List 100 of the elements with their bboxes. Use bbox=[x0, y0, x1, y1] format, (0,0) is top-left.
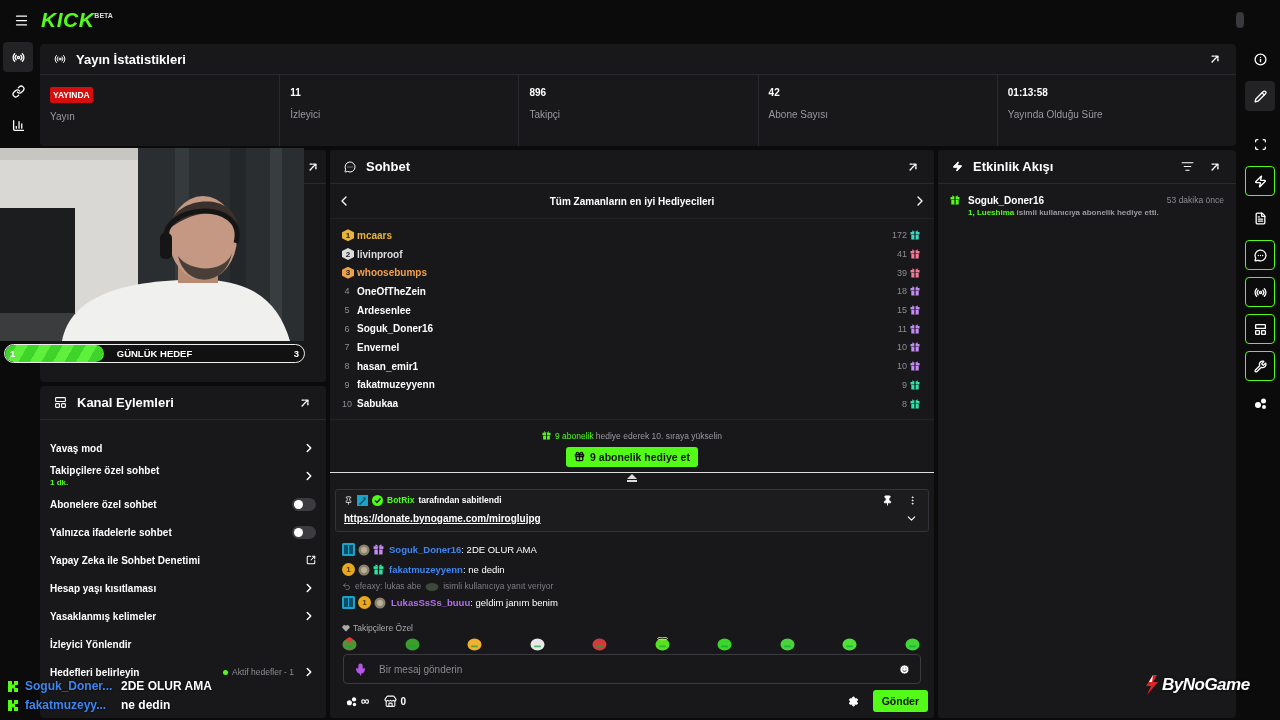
info-icon[interactable] bbox=[1253, 52, 1267, 66]
pinned-by-user[interactable]: BotRix bbox=[387, 495, 415, 506]
layout-icon[interactable] bbox=[1253, 322, 1267, 336]
collapse-handle-icon[interactable] bbox=[627, 473, 637, 482]
broadcast-button[interactable] bbox=[1245, 277, 1275, 307]
setting-label: Hedefleri belirleyin bbox=[50, 666, 140, 678]
og-badge-icon bbox=[342, 543, 355, 557]
stat-label: Abone Sayısı bbox=[768, 109, 829, 120]
gift-icon bbox=[574, 451, 586, 463]
message-field[interactable]: Bir mesaj gönderin bbox=[343, 654, 921, 684]
coin-badge: 1 bbox=[342, 563, 355, 577]
panel-title: Yayın İstatistikleri bbox=[76, 51, 186, 67]
rank-number: 7 bbox=[343, 342, 351, 353]
emote-set-label: Takipçilere Özel bbox=[353, 623, 413, 633]
layout-button[interactable] bbox=[1245, 314, 1275, 344]
chat-icon[interactable] bbox=[1253, 248, 1267, 262]
pinned-note: tarafından sabitlendi bbox=[418, 495, 502, 506]
gift-icon bbox=[910, 230, 920, 241]
gift-badge-icon bbox=[373, 564, 384, 576]
gift-subscriptions-button[interactable]: 9 abonelik hediye et bbox=[566, 446, 698, 467]
wrench-button[interactable] bbox=[1245, 351, 1275, 381]
rank-number: 5 bbox=[343, 305, 351, 316]
points-value: ∞ bbox=[361, 694, 370, 708]
emote-icon[interactable] bbox=[842, 637, 858, 651]
pencil-button[interactable] bbox=[1245, 81, 1275, 111]
emote-icon[interactable] bbox=[654, 637, 670, 651]
broadcast-icon[interactable] bbox=[1253, 285, 1267, 299]
gifter-name: livinproof bbox=[357, 248, 404, 260]
live-badge: YAYINDA bbox=[50, 87, 93, 103]
broadcast-icon[interactable] bbox=[11, 50, 25, 64]
points-icon[interactable] bbox=[346, 695, 357, 707]
gifter-name: Ardesenlee bbox=[357, 304, 412, 316]
microphone-icon[interactable] bbox=[354, 662, 367, 676]
toggle-switch[interactable] bbox=[292, 497, 316, 511]
pin-icon bbox=[344, 495, 353, 505]
send-button[interactable]: Gönder bbox=[872, 690, 928, 712]
setting-label: Abonelere özel sohbet bbox=[50, 498, 157, 510]
link-icon[interactable] bbox=[11, 84, 25, 98]
gifter-name: whoosebumps bbox=[357, 267, 428, 279]
bar-chart-icon[interactable] bbox=[11, 118, 25, 132]
emote-icon[interactable] bbox=[467, 637, 483, 651]
stat-value: 42 bbox=[768, 87, 780, 100]
stat-label: Yayın bbox=[50, 111, 75, 122]
chat-message: Soguk_Doner16: 2DE OLUR AMA bbox=[389, 544, 537, 556]
stat-label: Takipçi bbox=[529, 109, 560, 120]
setting-label: Hesap yaşı kısıtlaması bbox=[50, 582, 157, 594]
setting-label: Takipçilere özel sohbet bbox=[50, 465, 160, 476]
setting-label: Yapay Zeka ile Sohbet Denetimi bbox=[50, 554, 201, 566]
filter-button[interactable] bbox=[1181, 160, 1194, 173]
broadcast-button[interactable] bbox=[3, 42, 33, 72]
chat-button[interactable] bbox=[1245, 240, 1275, 270]
store-count: 0 bbox=[400, 695, 407, 707]
menu-button[interactable] bbox=[14, 12, 29, 28]
verified-badge-icon bbox=[372, 494, 383, 506]
rank-number: 8 bbox=[343, 361, 351, 372]
sponsor-logo-icon bbox=[1143, 675, 1161, 695]
emote-icon[interactable] bbox=[717, 637, 733, 651]
toggle-switch[interactable] bbox=[292, 525, 316, 539]
goal-label: GÜNLÜK HEDEF bbox=[116, 348, 193, 359]
event-time: 53 dakika önce bbox=[1166, 195, 1224, 206]
goal-end: 3 bbox=[293, 348, 299, 359]
emote-icon[interactable] bbox=[904, 637, 920, 651]
event-text: 1, Lueshima isimli kullanıcıya abonelik hediye etti. bbox=[968, 208, 1160, 217]
unpin-button[interactable] bbox=[882, 494, 893, 506]
scan-icon[interactable] bbox=[1253, 137, 1267, 151]
pencil-icon[interactable] bbox=[1253, 89, 1267, 103]
setting-label: Yasaklanmış kelimeler bbox=[50, 610, 157, 622]
gift-icon bbox=[910, 286, 920, 297]
gift-count: 172 bbox=[891, 230, 908, 241]
gift-icon bbox=[910, 398, 920, 409]
panel-title: Etkinlik Akışı bbox=[973, 159, 1054, 174]
gifter-name: Soguk_Doner16 bbox=[357, 323, 435, 335]
donation-link[interactable]: https://donate.bynogame.com/miroglujpg bbox=[344, 512, 541, 524]
gifter-name: fakatmuzeyyenn bbox=[357, 379, 436, 391]
gift-icon bbox=[910, 305, 920, 316]
lightning-icon[interactable] bbox=[1253, 174, 1267, 188]
external-link-button[interactable] bbox=[306, 555, 316, 565]
setting-label: Yavaş mod bbox=[50, 442, 103, 454]
gift-count: 11 bbox=[897, 323, 908, 334]
status-text: Aktif hedefler - 1 bbox=[223, 667, 294, 677]
gift-count: 18 bbox=[897, 286, 908, 297]
document-icon[interactable] bbox=[1253, 211, 1267, 225]
gift-count: 39 bbox=[897, 267, 908, 278]
emote-icon[interactable] bbox=[529, 637, 545, 651]
emoji-icon[interactable] bbox=[899, 663, 910, 675]
rank-badge-icon bbox=[358, 563, 370, 576]
store-icon[interactable] bbox=[383, 694, 397, 708]
wrench-icon[interactable] bbox=[1253, 359, 1267, 373]
kick-logo[interactable]: KICK bbox=[41, 8, 95, 32]
lightning-icon bbox=[952, 161, 963, 172]
leaderboard-title: Tüm Zamanların en iyi Hediyecileri bbox=[549, 195, 715, 207]
message-input[interactable]: Bir mesaj gönderin bbox=[377, 662, 889, 676]
gift-icon bbox=[910, 342, 920, 353]
lightning-button[interactable] bbox=[1245, 166, 1275, 196]
emote-icon[interactable] bbox=[779, 637, 795, 651]
gift-count: 8 bbox=[902, 398, 908, 409]
settings-button[interactable] bbox=[847, 695, 859, 707]
goal-start: 1 bbox=[10, 348, 16, 359]
dots-icon[interactable] bbox=[1253, 396, 1267, 410]
heart-icon bbox=[342, 624, 350, 632]
